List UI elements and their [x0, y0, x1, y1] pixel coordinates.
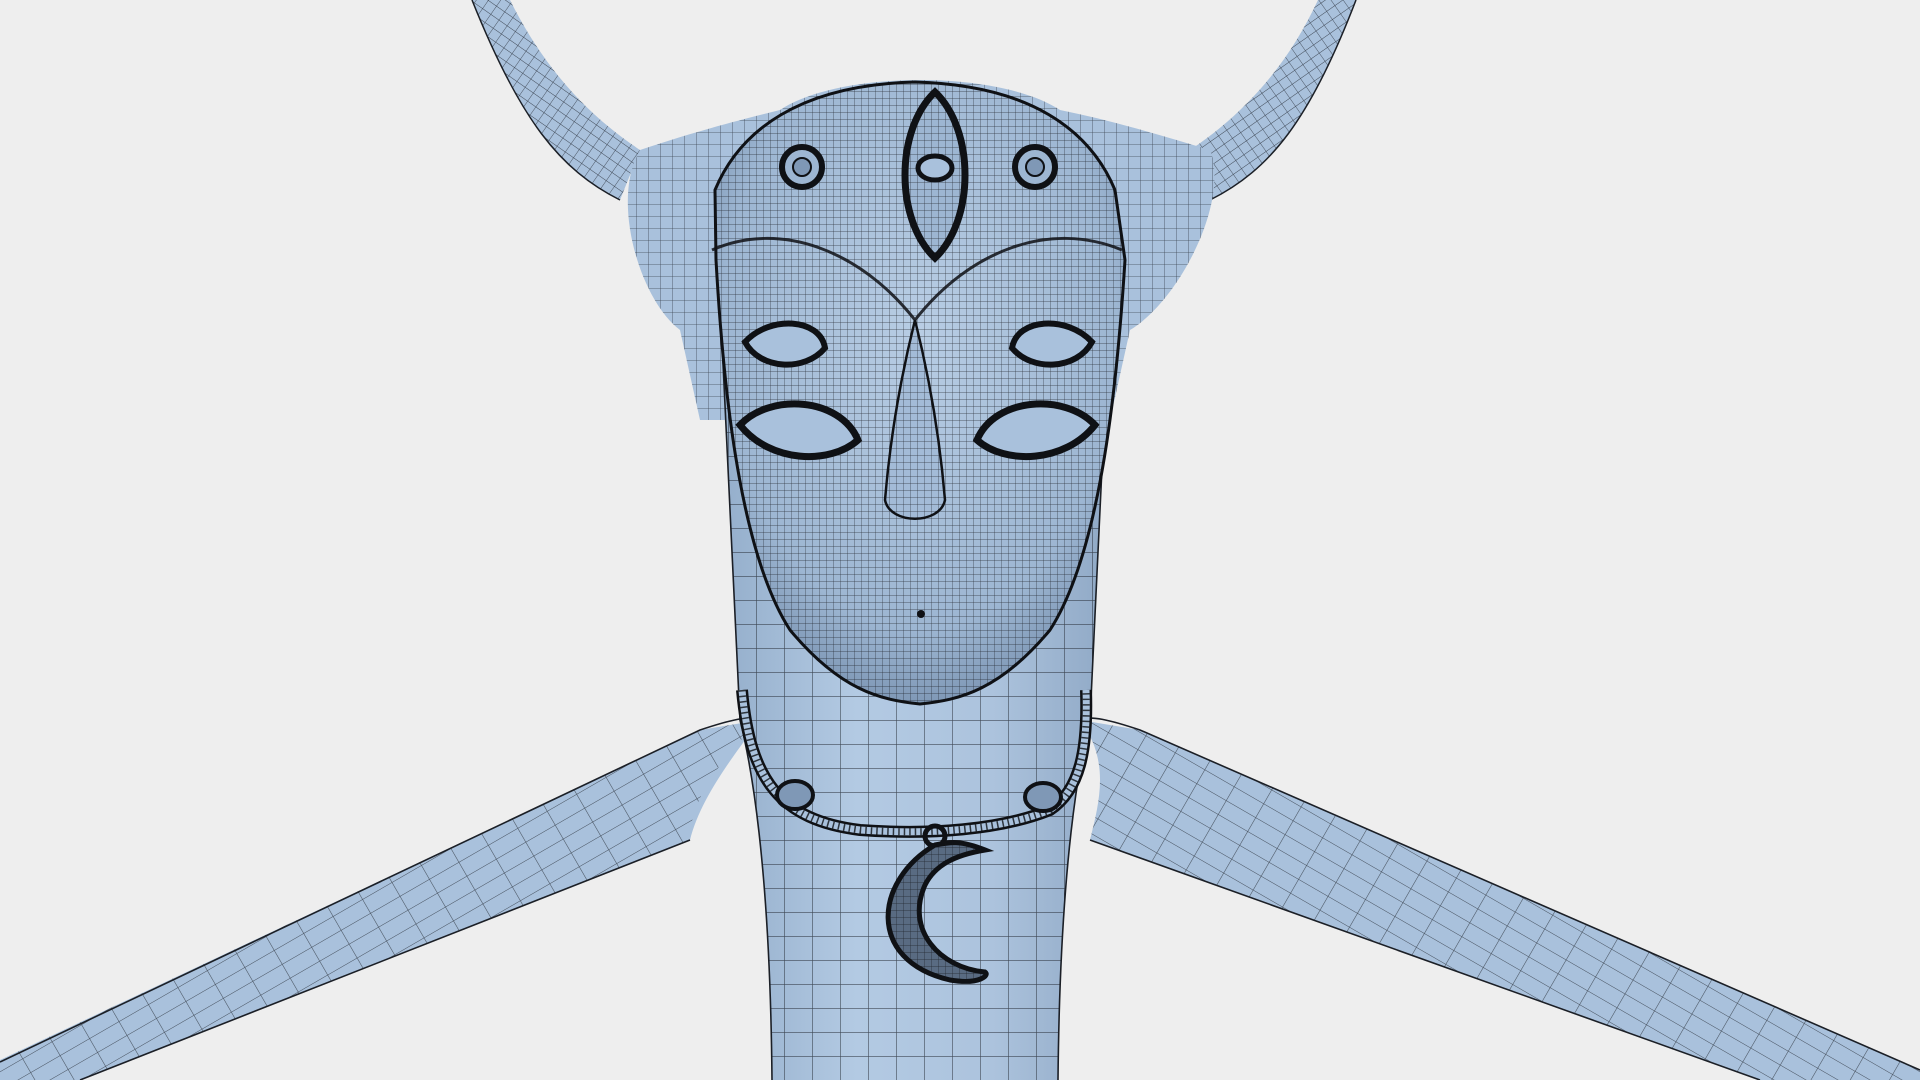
left-horn: [471, 0, 640, 201]
right-arm: [1079, 717, 1920, 1080]
right-horn: [1190, 0, 1357, 201]
left-upper-eye: [741, 320, 829, 368]
mesh-render: [0, 0, 1920, 1080]
right-bead: [1023, 781, 1063, 813]
right-upper-eye: [1008, 320, 1096, 368]
left-bead: [775, 779, 815, 811]
left-arm: [0, 717, 761, 1080]
right-brow-ring: [1012, 144, 1058, 190]
chin-vertex: [917, 610, 925, 618]
left-brow-ring: [779, 144, 825, 190]
viewport-3d[interactable]: [0, 0, 1920, 1080]
third-eye: [901, 87, 969, 263]
